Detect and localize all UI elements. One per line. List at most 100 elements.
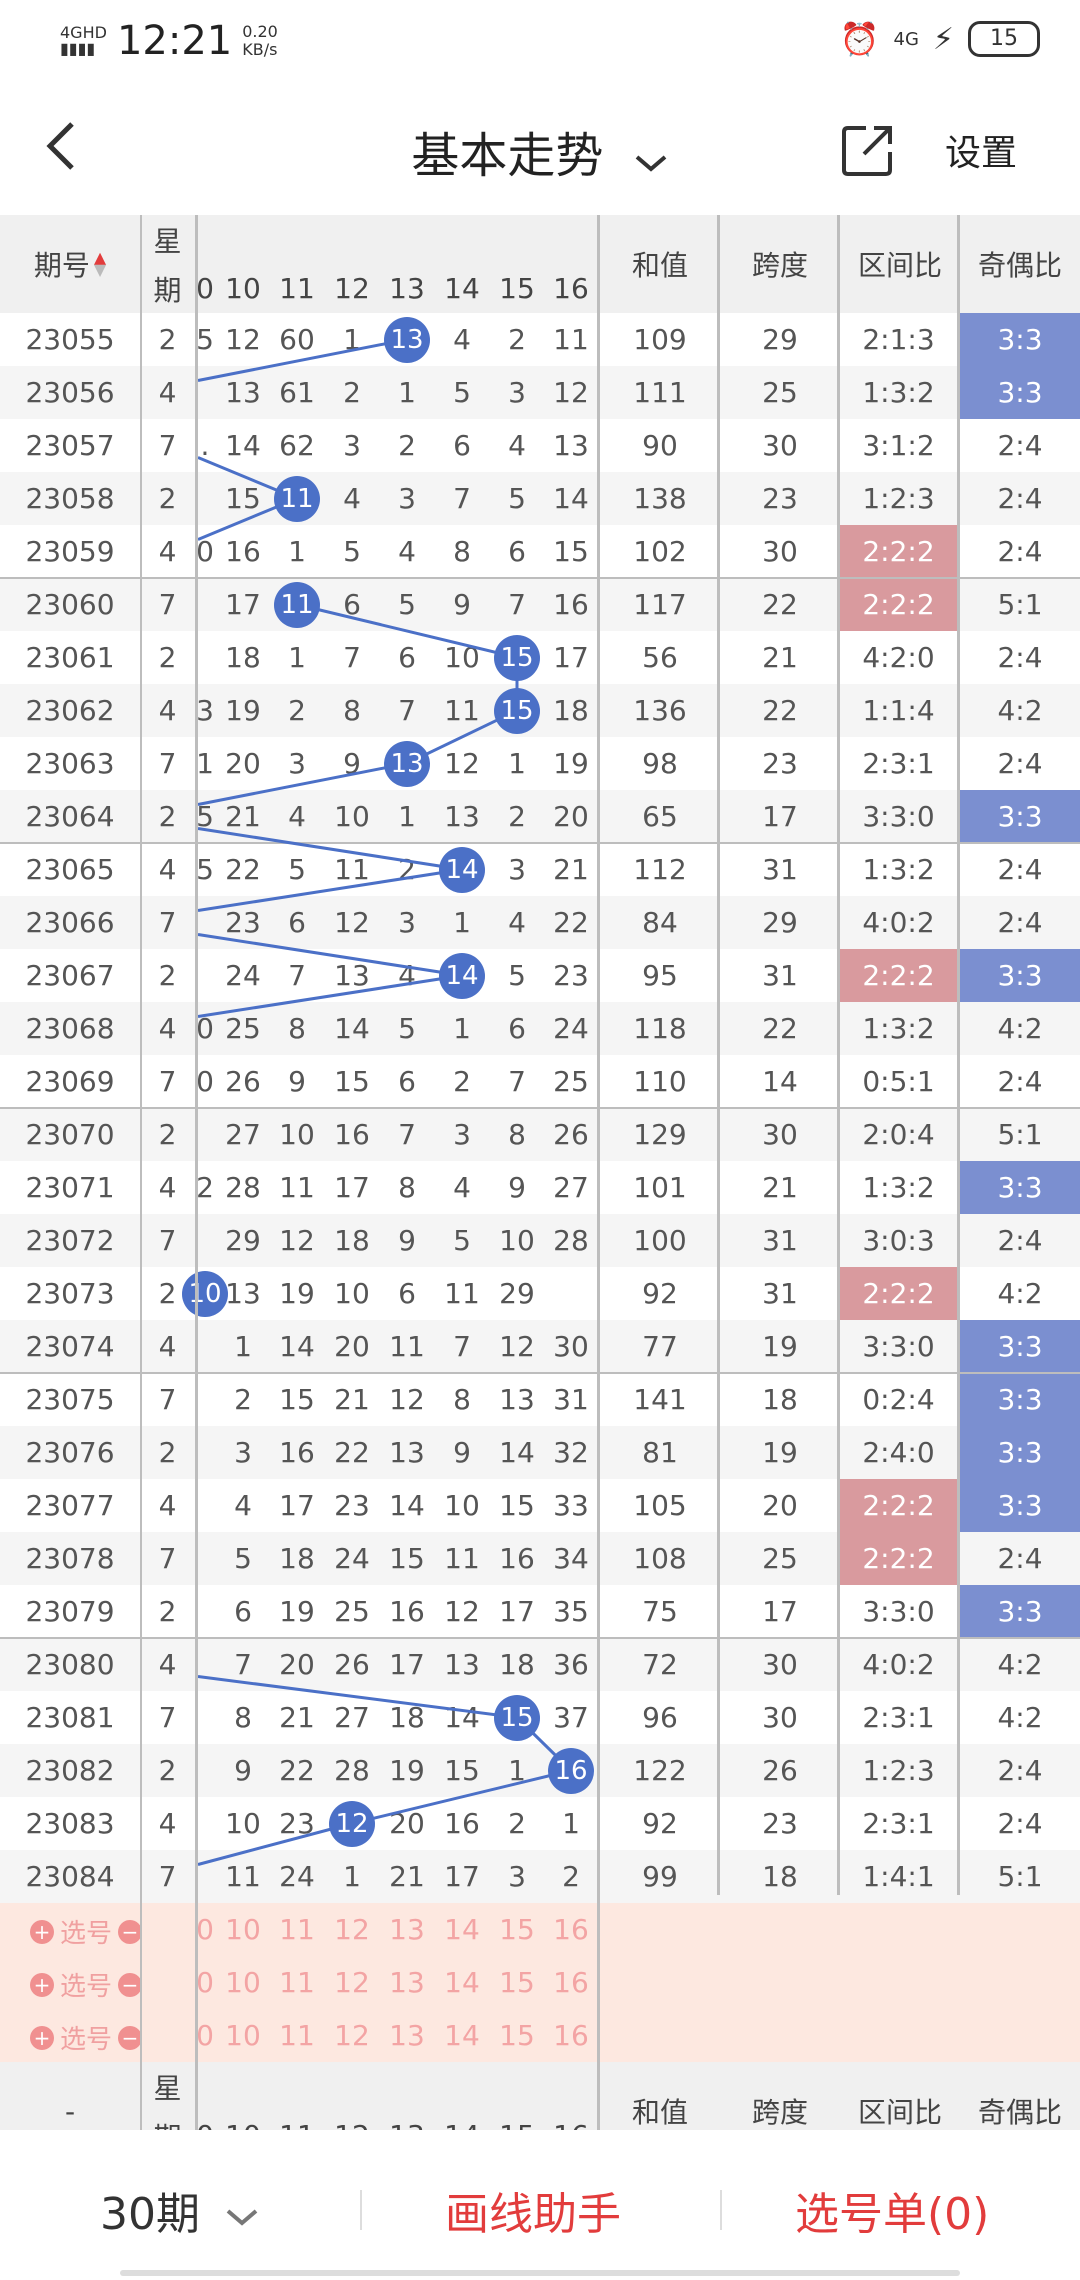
selectable-number[interactable]: 10 [217, 1956, 269, 2009]
footer-number-col: 16 [545, 2111, 597, 2130]
number-ball: 15 [494, 634, 540, 681]
number-ball: 11 [274, 581, 320, 628]
divider [720, 2190, 722, 2230]
trend-line [197, 1675, 518, 1719]
footer-span: 跨度 [751, 2096, 808, 2129]
divider [837, 215, 840, 1895]
footer-range: 区间比 [857, 2096, 942, 2129]
selectable-number[interactable]: 16 [545, 1956, 597, 2009]
selectable-number[interactable]: 12 [326, 1956, 378, 2009]
bottom-bar: 30期 画线助手 选号单(0) [0, 2130, 1080, 2280]
period-selector[interactable]: 30期 [100, 2178, 260, 2242]
footer-number-col: 14 [436, 2111, 488, 2130]
trend-lines [197, 338, 573, 1866]
number-ball: 13 [384, 740, 430, 787]
selectable-number[interactable]: 10 [217, 2009, 269, 2062]
selection-controls: + 选号 − [30, 1913, 143, 1950]
selectable-number[interactable]: 12 [326, 2009, 378, 2062]
selection-list-button[interactable]: 选号单(0) [795, 2178, 989, 2242]
selectable-number[interactable]: 10 [217, 1903, 269, 1956]
selection-row: + 选号 −0 10 11 12 13 14 15 16 [0, 2009, 1080, 2062]
selectable-number[interactable]: 11 [271, 1903, 323, 1956]
selectable-number[interactable]: 15 [491, 1903, 543, 1956]
selection-label: 选号 [60, 1972, 113, 2002]
alarm-icon: ⏰ [839, 20, 880, 58]
footer-number-col: 10 [217, 2111, 269, 2130]
plus-icon[interactable]: + [30, 2025, 54, 2050]
footer-sum: 和值 [631, 2096, 688, 2129]
battery-indicator: 15 [968, 21, 1040, 57]
selectable-number[interactable]: 15 [491, 2009, 543, 2062]
chevron-down-icon [226, 2209, 258, 2226]
selectable-number[interactable]: 14 [436, 1903, 488, 1956]
selectable-number[interactable]: 13 [381, 2009, 433, 2062]
settings-button[interactable]: 设置 [945, 124, 1017, 176]
chevron-down-icon [633, 131, 669, 187]
selectable-number[interactable]: 16 [545, 2009, 597, 2062]
number-ball: 16 [548, 1747, 594, 1794]
footer-number-col: 11 [271, 2111, 323, 2130]
selectable-number[interactable]: 11 [271, 2009, 323, 2062]
minus-icon[interactable]: − [118, 1919, 143, 1944]
share-button[interactable] [838, 120, 898, 180]
bottom-indicator [120, 2270, 960, 2276]
selection-controls: + 选号 − [30, 2019, 143, 2056]
trend-line [197, 933, 463, 977]
plus-icon[interactable]: + [30, 1972, 54, 1997]
footer-number-col: 13 [381, 2111, 433, 2130]
divider [140, 215, 142, 2130]
number-ball: 15 [494, 1694, 540, 1741]
number-ball: 11 [274, 475, 320, 522]
selection-row: + 选号 −0 10 11 12 13 14 15 16 [0, 1903, 1080, 1956]
selectable-number[interactable]: 16 [545, 1903, 597, 1956]
number-ball: 14 [439, 846, 485, 893]
trend-line [197, 762, 408, 806]
plus-icon[interactable]: + [30, 1919, 54, 1944]
page-title: 基本走势 [411, 128, 604, 184]
trend-line [296, 603, 518, 659]
selection-label: 选号 [60, 1919, 113, 1949]
divider [360, 2190, 362, 2230]
number-ball: 12 [329, 1800, 375, 1847]
number-ball: 14 [439, 952, 485, 999]
divider [957, 215, 960, 1895]
divider [717, 215, 720, 1895]
title-bar: 基本走势 设置 [0, 80, 1080, 215]
number-ball: 15 [494, 687, 540, 734]
footer-number-col: 15 [491, 2111, 543, 2130]
network-type: 4G [893, 28, 919, 50]
trend-line [197, 338, 408, 382]
clock: 12:21 [116, 18, 233, 64]
trend-table: 期号 ▲ ▼ 星 期 0 10 11 12 13 14 15 16 和值 跨度 区间比 奇偶比 … [0, 215, 1080, 2130]
selectable-number[interactable]: 12 [326, 1903, 378, 1956]
number-ball: 10 [182, 1270, 228, 1317]
footer-number-col: 12 [326, 2111, 378, 2130]
trend-line [197, 868, 463, 912]
signal-icon: 4GHD ▮▮▮▮ [60, 23, 107, 58]
status-bar: 4GHD ▮▮▮▮ 12:21 0.20 KB/s ⏰ 4G ⚡ 15 [0, 0, 1080, 80]
number-ball: 13 [384, 316, 430, 363]
minus-icon[interactable]: − [118, 1972, 143, 1997]
footer-week: 星 [153, 2071, 182, 2105]
selectable-number[interactable]: 15 [491, 1956, 543, 2009]
selectable-number[interactable]: 11 [271, 1956, 323, 2009]
selectable-number[interactable]: 14 [436, 2009, 488, 2062]
charging-icon: ⚡ [932, 21, 954, 57]
trend-line [197, 974, 463, 1018]
selectable-number[interactable]: 13 [381, 1903, 433, 1956]
share-icon [842, 126, 892, 176]
selection-row: + 选号 −0 10 11 12 13 14 15 16 [0, 1956, 1080, 2009]
divider [597, 215, 600, 2130]
selection-label: 选号 [60, 2025, 113, 2055]
selectable-number[interactable]: 14 [436, 1956, 488, 2009]
selectable-number[interactable]: 13 [381, 1956, 433, 2009]
divider [195, 215, 198, 2130]
footer-dash: - [64, 2094, 76, 2128]
trend-line [197, 827, 463, 871]
page-title-dropdown[interactable]: 基本走势 [0, 116, 1080, 187]
selection-controls: + 选号 − [30, 1966, 143, 2003]
minus-icon[interactable]: − [118, 2025, 143, 2050]
draw-helper-button[interactable]: 画线助手 [445, 2178, 621, 2242]
footer-oddeven: 奇偶比 [977, 2096, 1062, 2129]
trend-line [351, 1769, 572, 1825]
